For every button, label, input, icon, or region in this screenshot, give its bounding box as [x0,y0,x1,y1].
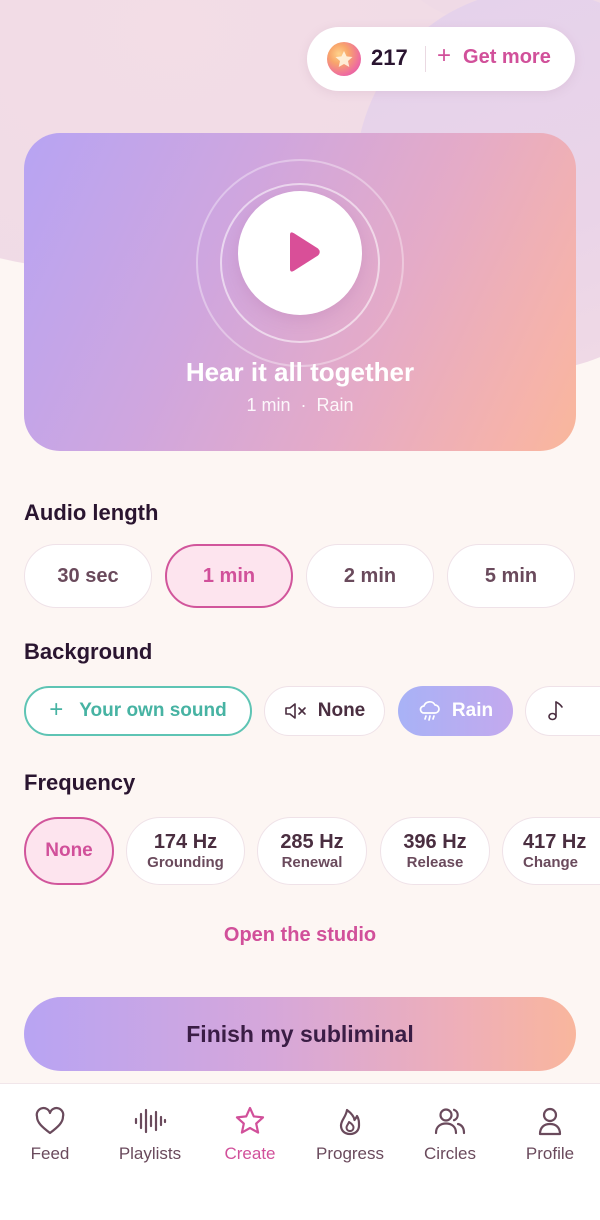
frequency-hz: 396 Hz [403,830,467,853]
bottom-nav: Feed Playlists Create Progress Circles P… [0,1083,600,1220]
nav-item-circles[interactable]: Circles [400,1106,500,1164]
frequency-name: Grounding [147,853,224,871]
get-more-label: Get more [463,46,551,68]
finish-subliminal-button[interactable]: Finish my subliminal [24,997,576,1071]
length-option-30-sec[interactable]: 30 sec [24,544,152,608]
background-option-label: Rain [451,700,494,721]
nav-label: Progress [315,1144,385,1163]
length-option-2-min[interactable]: 2 min [306,544,434,608]
frequency-option-none[interactable]: None [24,817,114,885]
background-title: Background [24,639,153,664]
nav-item-profile[interactable]: Profile [500,1106,600,1164]
people-icon [434,1108,466,1135]
length-option-5-min[interactable]: 5 min [447,544,575,608]
frequency-hz: 285 Hz [280,830,344,853]
preview-length: 1 min [246,395,291,415]
length-option-1-min[interactable]: 1 min [165,544,293,608]
nav-label: Create [224,1144,276,1163]
preview-title: Hear it all together [185,357,415,387]
frequency-title: Frequency [24,770,136,795]
nav-label: Profile [525,1144,575,1163]
get-more-button[interactable]: + Get more [437,42,551,70]
separator: · [300,395,307,415]
your-own-sound-label: Your own sound [79,700,227,721]
background-option-none[interactable]: None [264,686,385,736]
nav-item-playlists[interactable]: Playlists [100,1106,200,1164]
frequency-option-174[interactable]: 174 Hz Grounding [126,817,245,885]
plus-icon: + [49,695,64,723]
nav-label: Playlists [118,1144,182,1163]
star-icon [235,1106,265,1134]
open-studio-link[interactable]: Open the studio [0,924,600,947]
rain-cloud-icon [419,701,440,721]
coin-icon [327,42,361,76]
music-note-icon [548,701,563,721]
your-own-sound-button[interactable]: + Your own sound [24,686,252,736]
frequency-hz: None [45,840,93,861]
background-option-rain[interactable]: Rain [398,686,513,736]
create-screen: 217 + Get more Hear it all together 1 mi… [0,0,600,1220]
frequency-option-285[interactable]: 285 Hz Renewal [257,817,367,885]
nav-item-create[interactable]: Create [200,1106,300,1164]
background-option-label: None [317,700,366,721]
frequency-name: Change [523,853,579,871]
flame-icon [339,1108,361,1136]
nav-label: Feed [30,1144,70,1163]
nav-label: Circles [424,1144,476,1163]
background-option-music[interactable] [525,686,600,736]
frequency-hz: 174 Hz [153,830,218,853]
person-icon [538,1107,562,1136]
frequency-hz: 417 Hz [523,830,587,853]
credits-pill: 217 + Get more [307,27,575,91]
plus-icon: + [437,42,452,69]
heart-icon [35,1106,65,1135]
preview-subtitle: 1 min · Rain [24,395,576,416]
play-icon [290,232,320,272]
credit-count: 217 [371,45,408,70]
frequency-name: Release [406,853,464,871]
divider [425,46,426,72]
preview-card: Hear it all together 1 min · Rain [24,133,576,451]
frequency-option-396[interactable]: 396 Hz Release [380,817,490,885]
frequency-option-417[interactable]: 417 Hz Change [502,817,600,885]
nav-item-progress[interactable]: Progress [300,1106,400,1164]
waveform-icon [134,1108,167,1134]
nav-item-feed[interactable]: Feed [0,1106,100,1164]
preview-background: Rain [316,395,354,415]
audio-length-title: Audio length [24,500,159,525]
speaker-mute-icon [284,703,306,719]
play-button[interactable] [238,191,362,315]
frequency-name: Renewal [281,853,343,871]
